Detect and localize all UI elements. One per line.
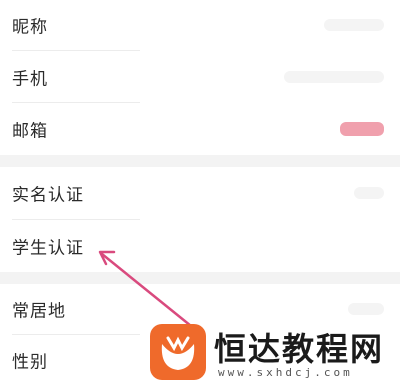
setting-row-phone[interactable]: 手机 [0,51,400,102]
setting-row-real-name-verification[interactable]: 实名认证 [0,167,400,219]
setting-label: 性别 [12,352,48,372]
section-gap [0,155,400,167]
watermark-brand: 恒达教程网 [214,330,385,368]
residence-value [348,303,384,315]
section-gap [0,272,400,284]
setting-row-student-verification[interactable]: 学生认证 [0,220,400,272]
setting-label: 实名认证 [12,185,84,206]
watermark: 恒达教程网 www.sxhdcj.com [150,322,400,384]
setting-row-nickname[interactable]: 昵称 [0,0,400,50]
setting-row-email[interactable]: 邮箱 [0,103,400,155]
setting-label: 常居地 [12,301,66,322]
phone-value [284,70,384,83]
setting-label: 昵称 [12,17,48,38]
setting-label: 邮箱 [12,121,48,142]
real-name-value [354,187,384,199]
watermark-url: www.sxhdcj.com [218,366,353,379]
email-badge [340,122,384,136]
nickname-value [324,19,384,31]
setting-label: 学生认证 [12,238,84,259]
setting-label: 手机 [12,69,48,89]
watermark-logo [150,324,206,380]
